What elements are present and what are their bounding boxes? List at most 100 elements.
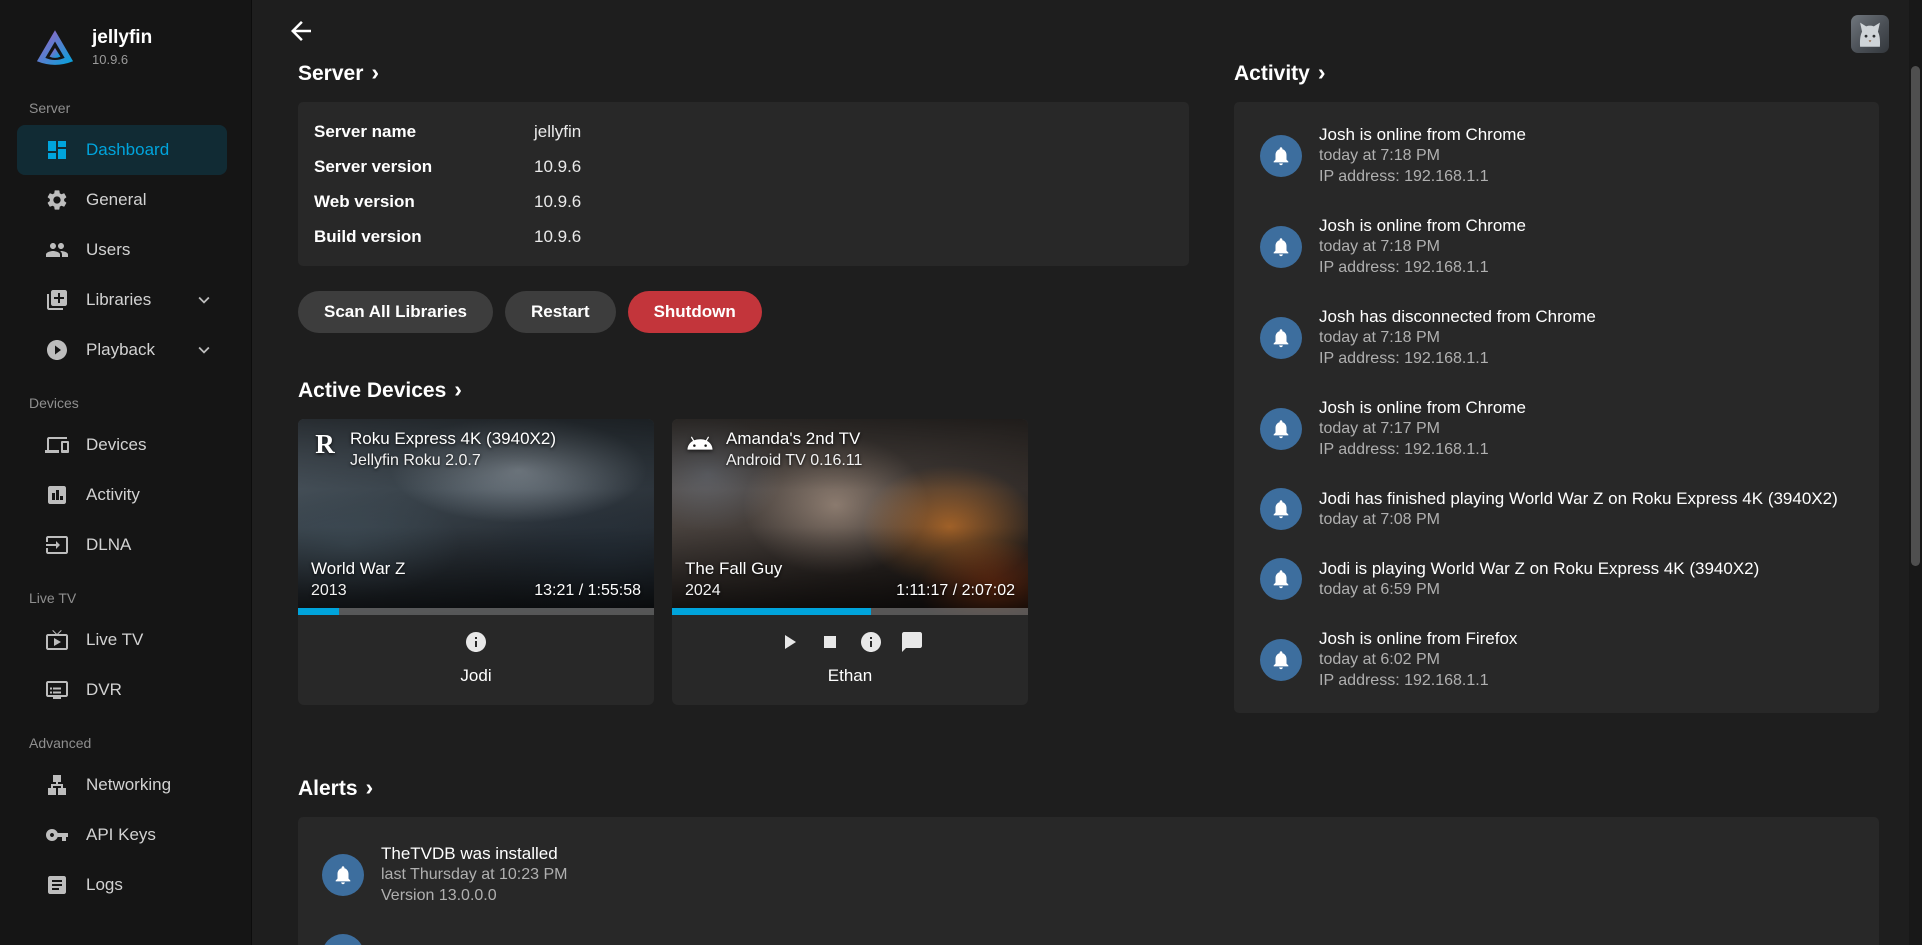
session-stop-button[interactable] <box>818 630 842 654</box>
info-label: Build version <box>314 227 534 247</box>
activity-time: today at 7:17 PM <box>1319 418 1526 439</box>
sidebar-item-label: Dashboard <box>86 140 169 160</box>
alert-detail: Version 13.0.0.0 <box>381 885 567 906</box>
sidebar-item-label: Devices <box>86 435 146 455</box>
session-card: R Roku Express 4K (3940X2) Jellyfin Roku… <box>298 419 654 705</box>
sidebar-item-general[interactable]: General <box>17 175 227 225</box>
sidebar-item-label: Activity <box>86 485 140 505</box>
playback-progress-fill <box>298 608 339 615</box>
activity-time: today at 7:08 PM <box>1319 509 1838 530</box>
playback-time: 13:21 / 1:55:58 <box>534 582 641 600</box>
notification-bell-icon <box>1260 226 1302 268</box>
sidebar-item-dvr[interactable]: DVR <box>17 665 227 715</box>
alert-title: TheTVDB was installed <box>381 843 567 864</box>
section-label-live-tv: Live TV <box>0 570 251 615</box>
session-info-button[interactable] <box>859 630 883 654</box>
activity-item: Josh is online from Chrome today at 7:18… <box>1260 215 1853 278</box>
info-icon <box>464 630 488 654</box>
playback-progress-bar <box>672 608 1028 615</box>
sidebar-item-label: Logs <box>86 875 123 895</box>
info-value: jellyfin <box>534 122 1173 142</box>
logs-icon <box>45 873 69 897</box>
notification-bell-icon <box>1260 558 1302 600</box>
back-arrow-icon <box>286 16 316 46</box>
sidebar-item-label: Live TV <box>86 630 143 650</box>
session-play-button[interactable] <box>777 630 801 654</box>
info-value: 10.9.6 <box>534 157 1173 177</box>
chevron-down-icon <box>193 339 215 361</box>
now-playing-year: 2013 <box>311 582 405 600</box>
scan-all-libraries-button[interactable]: Scan All Libraries <box>298 291 493 333</box>
now-playing-title: World War Z <box>311 559 405 579</box>
sidebar-item-logs[interactable]: Logs <box>17 860 227 910</box>
server-info-card: Server name jellyfin Server version 10.9… <box>298 102 1189 266</box>
session-card: Amanda's 2nd TV Android TV 0.16.11 The F… <box>672 419 1028 705</box>
sidebar: jellyfin 10.9.6 Server Dashboard General… <box>0 0 252 945</box>
back-button[interactable] <box>286 16 316 46</box>
sidebar-item-label: Libraries <box>86 290 151 310</box>
app-name: jellyfin <box>92 27 152 49</box>
restart-button[interactable]: Restart <box>505 291 616 333</box>
activity-item: Josh is online from Firefox today at 6:0… <box>1260 628 1853 691</box>
app-window: jellyfin 10.9.6 Server Dashboard General… <box>0 0 1922 945</box>
notification-bell-icon <box>1260 317 1302 359</box>
live-tv-icon <box>45 628 69 652</box>
activity-detail: IP address: 192.168.1.1 <box>1319 257 1526 278</box>
activity-section-link[interactable]: Activity <box>1234 60 1326 87</box>
alerts-section-title: Alerts <box>298 777 358 801</box>
shutdown-button[interactable]: Shutdown <box>628 291 762 333</box>
sidebar-item-playback[interactable]: Playback <box>17 325 227 375</box>
stop-icon <box>818 630 842 654</box>
user-avatar[interactable] <box>1851 15 1889 53</box>
activity-title: Jodi is playing World War Z on Roku Expr… <box>1319 558 1759 579</box>
session-message-button[interactable] <box>900 630 924 654</box>
notification-bell-icon <box>1260 488 1302 530</box>
users-icon <box>45 238 69 262</box>
sidebar-item-label: Users <box>86 240 130 260</box>
dashboard-icon <box>45 138 69 162</box>
info-label: Server version <box>314 157 534 177</box>
notification-bell-icon <box>1260 639 1302 681</box>
notification-bell-icon <box>1260 135 1302 177</box>
alerts-section-link[interactable]: Alerts <box>298 775 373 802</box>
sidebar-item-live-tv[interactable]: Live TV <box>17 615 227 665</box>
notification-bell-icon <box>322 934 364 945</box>
sidebar-item-api-keys[interactable]: API Keys <box>17 810 227 860</box>
device-client: Android TV 0.16.11 <box>726 452 862 470</box>
app-version: 10.9.6 <box>92 52 152 67</box>
now-playing-year: 2024 <box>685 582 782 600</box>
cat-avatar-image <box>1853 17 1887 51</box>
activity-item: Jodi is playing World War Z on Roku Expr… <box>1260 558 1853 600</box>
main-content: Server Server name jellyfin Server versi… <box>252 0 1922 945</box>
sidebar-item-dlna[interactable]: DLNA <box>17 520 227 570</box>
alerts-panel: TheTVDB was installed last Thursday at 1… <box>298 817 1879 945</box>
section-label-server: Server <box>0 68 251 125</box>
playback-icon <box>45 338 69 362</box>
active-devices-title: Active Devices <box>298 379 446 403</box>
scrollbar-thumb[interactable] <box>1911 66 1920 566</box>
active-devices-section-link[interactable]: Active Devices <box>298 377 462 404</box>
section-label-devices: Devices <box>0 375 251 420</box>
chevron-down-icon <box>193 289 215 311</box>
sidebar-item-activity[interactable]: Activity <box>17 470 227 520</box>
gear-icon <box>45 188 69 212</box>
info-icon <box>859 630 883 654</box>
now-playing-media: R Roku Express 4K (3940X2) Jellyfin Roku… <box>298 419 654 615</box>
server-section-link[interactable]: Server <box>298 60 379 87</box>
sidebar-item-networking[interactable]: Networking <box>17 760 227 810</box>
sidebar-item-dashboard[interactable]: Dashboard <box>17 125 227 175</box>
server-section-title: Server <box>298 62 363 86</box>
page-scrollbar[interactable] <box>1909 0 1922 945</box>
activity-title: Josh has disconnected from Chrome <box>1319 306 1596 327</box>
key-icon <box>45 823 69 847</box>
dlna-icon <box>45 533 69 557</box>
sidebar-item-devices[interactable]: Devices <box>17 420 227 470</box>
dvr-icon <box>45 678 69 702</box>
playback-progress-fill <box>672 608 871 615</box>
sidebar-item-users[interactable]: Users <box>17 225 227 275</box>
activity-time: today at 6:02 PM <box>1319 649 1517 670</box>
session-info-button[interactable] <box>464 630 488 654</box>
notification-bell-icon <box>322 854 364 896</box>
sidebar-item-libraries[interactable]: Libraries <box>17 275 227 325</box>
activity-detail: IP address: 192.168.1.1 <box>1319 670 1517 691</box>
